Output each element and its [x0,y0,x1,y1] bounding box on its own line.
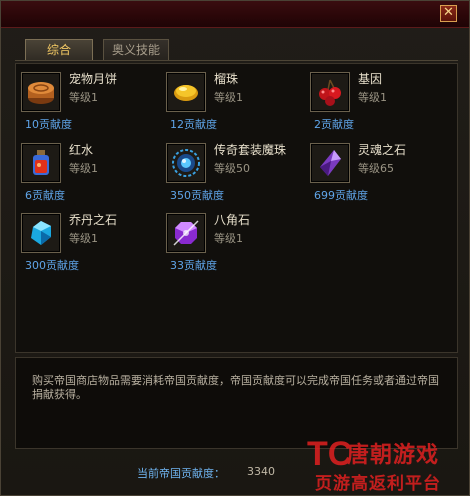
item-level: 等级1 [214,232,243,245]
purple-octagon-icon [173,220,199,246]
title-bar[interactable]: ✕ [1,1,469,28]
item-name: 宠物月饼 [69,72,118,86]
item-level: 等级65 [358,162,394,175]
item-level: 等级50 [214,162,250,175]
shop-item[interactable]: 八角石 等级1 33贡献度 [164,211,304,273]
item-slot[interactable] [21,72,61,112]
item-level: 等级1 [358,91,387,104]
item-cost: 2贡献度 [314,118,354,131]
item-slot[interactable] [310,72,350,112]
description-text: 购买帝国商店物品需要消耗帝国贡献度，帝国贡献度可以完成帝国任务或者通过帝国捐献获… [32,374,439,401]
shop-item[interactable]: 基因 等级1 2贡献度 [308,70,448,132]
item-level: 等级1 [69,91,98,104]
item-slot[interactable] [166,213,206,253]
item-level: 等级1 [69,232,98,245]
shop-item[interactable]: 榴珠 等级1 12贡献度 [164,70,304,132]
item-cost: 699贡献度 [314,189,368,202]
item-cost: 300贡献度 [25,259,79,272]
item-level: 等级1 [214,91,243,104]
item-slot[interactable] [166,72,206,112]
item-cost: 10贡献度 [25,118,72,131]
item-name: 八角石 [214,213,251,227]
item-cost: 33贡献度 [170,259,217,272]
item-name: 灵魂之石 [358,143,407,157]
tab-general[interactable]: 综合 [25,39,93,61]
tab-skills[interactable]: 奥义技能 [103,39,169,61]
item-cost: 12贡献度 [170,118,217,131]
mooncake-icon [28,82,54,104]
gold-bead-icon [174,85,198,101]
item-level: 等级1 [69,162,98,175]
soul-crystal-icon [320,150,341,176]
item-slot[interactable] [21,143,61,183]
item-slot[interactable] [166,143,206,183]
close-button[interactable]: ✕ [440,5,457,22]
item-name: 乔丹之石 [69,213,118,227]
item-name: 榴珠 [214,72,239,86]
shop-item[interactable]: 传奇套装魔珠 等级50 350贡献度 [164,141,304,203]
shop-item[interactable]: 红水 等级1 6贡献度 [19,141,159,203]
item-name: 基因 [358,72,383,86]
red-potion-icon [33,150,49,175]
gene-berries-icon [319,79,341,106]
item-slot[interactable] [310,143,350,183]
shop-window: ✕ 综合 奥义技能 宠物月饼 等级1 10贡献度 榴珠 等级1 12贡献度 基因… [0,0,470,496]
blue-gem-icon [31,221,51,245]
item-cost: 6贡献度 [25,189,65,202]
watermark-subtitle: 页游高返利平台 [315,474,441,494]
shop-item[interactable]: 灵魂之石 等级65 699贡献度 [308,141,448,203]
close-icon: ✕ [443,5,454,20]
item-slot[interactable] [21,213,61,253]
balance-label: 当前帝国贡献度： [137,467,225,480]
blue-orb-icon [172,149,200,177]
watermark-title: 唐朝游戏 [347,443,440,468]
item-grid: 宠物月饼 等级1 10贡献度 榴珠 等级1 12贡献度 基因 等级1 2贡献度 … [15,63,458,353]
balance-value: 3340 [247,465,275,478]
watermark: TC 唐朝游戏 页游高返利平台 [307,431,467,494]
shop-item[interactable]: 乔丹之石 等级1 300贡献度 [19,211,159,273]
item-name: 传奇套装魔珠 [214,143,287,157]
svg-text:TC: TC [307,435,351,473]
shop-item[interactable]: 宠物月饼 等级1 10贡献度 [19,70,159,132]
item-cost: 350贡献度 [170,189,224,202]
item-name: 红水 [69,143,94,157]
tab-divider [15,60,458,61]
